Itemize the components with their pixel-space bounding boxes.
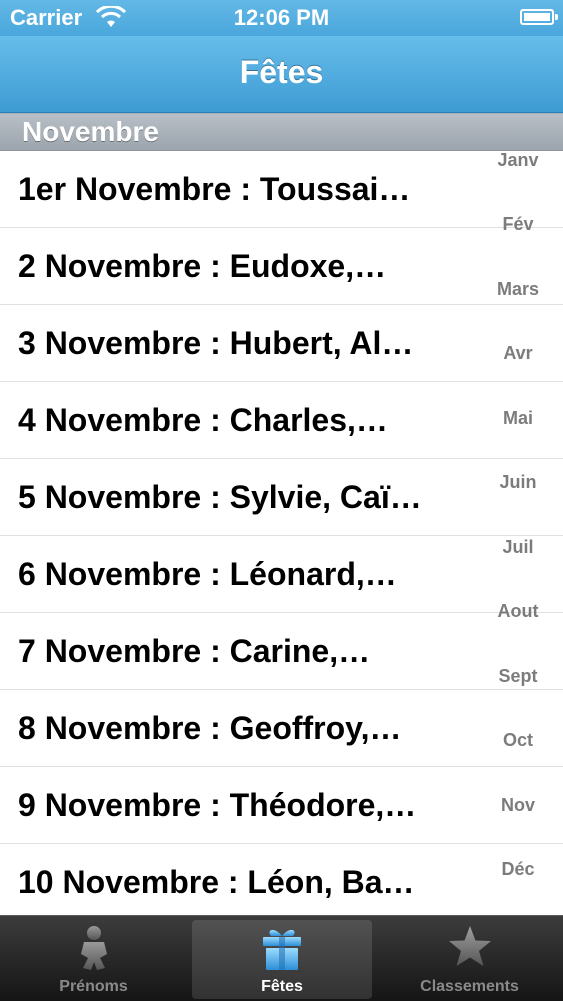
index-item-mai[interactable]: Mai bbox=[480, 408, 556, 429]
index-item-juin[interactable]: Juin bbox=[480, 472, 556, 493]
list-item-label: 7 Novembre : Carine,… bbox=[18, 633, 371, 669]
tab-fetes[interactable]: Fêtes bbox=[192, 920, 372, 999]
list-item[interactable]: 4 Novembre : Charles,… bbox=[0, 382, 563, 459]
list-item[interactable]: 3 Novembre : Hubert, Al… bbox=[0, 305, 563, 382]
section-index[interactable]: Janv Fév Mars Avr Mai Juin Juil Aout Sep… bbox=[480, 150, 556, 900]
list-item[interactable]: 8 Novembre : Geoffroy,… bbox=[0, 690, 563, 767]
list-item-label: 5 Novembre : Sylvie, Caï… bbox=[18, 479, 422, 515]
navigation-bar: Fêtes bbox=[0, 36, 563, 113]
index-item-nov[interactable]: Nov bbox=[480, 795, 556, 816]
feast-list[interactable]: 1er Novembre : Toussai… 2 Novembre : Eud… bbox=[0, 151, 563, 915]
index-item-janv[interactable]: Janv bbox=[480, 150, 556, 171]
tab-label: Fêtes bbox=[261, 978, 303, 995]
list-item[interactable]: 7 Novembre : Carine,… bbox=[0, 613, 563, 690]
list-item-label: 10 Novembre : Léon, Ba… bbox=[18, 864, 415, 900]
list-item-label: 6 Novembre : Léonard,… bbox=[18, 556, 397, 592]
tab-label: Classements bbox=[420, 978, 519, 995]
tab-classements[interactable]: Classements bbox=[376, 916, 563, 1001]
list-item[interactable]: 6 Novembre : Léonard,… bbox=[0, 536, 563, 613]
list-item[interactable]: 5 Novembre : Sylvie, Caï… bbox=[0, 459, 563, 536]
index-item-fev[interactable]: Fév bbox=[480, 214, 556, 235]
battery-icon bbox=[520, 9, 558, 25]
index-item-sept[interactable]: Sept bbox=[480, 666, 556, 687]
tab-label: Prénoms bbox=[59, 978, 128, 995]
section-title: Novembre bbox=[22, 116, 159, 147]
list-item[interactable]: 2 Novembre : Eudoxe,… bbox=[0, 228, 563, 305]
list-item-label: 8 Novembre : Geoffroy,… bbox=[18, 710, 402, 746]
index-item-aout[interactable]: Aout bbox=[480, 601, 556, 622]
list-item[interactable]: 10 Novembre : Léon, Ba… bbox=[0, 844, 563, 915]
index-item-dec[interactable]: Déc bbox=[480, 859, 556, 880]
clock: 12:06 PM bbox=[233, 5, 330, 30]
section-header: Novembre bbox=[0, 113, 563, 151]
page-title: Fêtes bbox=[239, 54, 324, 90]
index-item-mars[interactable]: Mars bbox=[480, 279, 556, 300]
list-item-label: 2 Novembre : Eudoxe,… bbox=[18, 248, 387, 284]
star-icon bbox=[448, 926, 491, 966]
list-item-label: 9 Novembre : Théodore,… bbox=[18, 787, 417, 823]
gift-icon bbox=[263, 929, 301, 970]
list-item-label: 4 Novembre : Charles,… bbox=[18, 402, 388, 438]
list-item-label: 1er Novembre : Toussai… bbox=[18, 171, 411, 207]
status-bar: Carrier 12:06 PM bbox=[0, 0, 563, 36]
index-item-oct[interactable]: Oct bbox=[480, 730, 556, 751]
index-item-juil[interactable]: Juil bbox=[480, 537, 556, 558]
baby-icon bbox=[80, 926, 107, 970]
list-item[interactable]: 1er Novembre : Toussai… bbox=[0, 151, 563, 228]
list-item-label: 3 Novembre : Hubert, Al… bbox=[18, 325, 414, 361]
tab-prenoms[interactable]: Prénoms bbox=[0, 916, 187, 1001]
index-item-avr[interactable]: Avr bbox=[480, 343, 556, 364]
tab-bar: Prénoms Fêtes Classements bbox=[0, 915, 563, 1001]
list-item[interactable]: 9 Novembre : Théodore,… bbox=[0, 767, 563, 844]
